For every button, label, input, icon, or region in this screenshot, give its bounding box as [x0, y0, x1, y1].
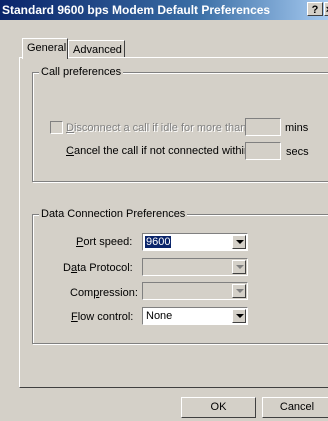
flow-control-select[interactable]: None	[142, 307, 248, 325]
idle-minutes-field[interactable]	[245, 118, 281, 136]
flow-control-post: low control:	[77, 311, 134, 323]
disconnect-idle-label: Disconnect a call if idle for more than	[66, 122, 246, 134]
compression-post: ression:	[99, 287, 138, 299]
compression-label: Compression:	[70, 287, 138, 299]
data-protocol-post: ta Protocol:	[77, 262, 133, 274]
tab-general[interactable]: General	[22, 38, 68, 59]
chevron-down-icon[interactable]	[232, 284, 246, 298]
cancel-seconds-field[interactable]	[245, 142, 281, 160]
title-bar: Standard 9600 bps Modem Default Preferen…	[0, 0, 328, 20]
flow-control-label: Flow control:	[71, 311, 133, 323]
compression-pre: Com	[70, 287, 94, 299]
cancel-rest: ancel the call if not connected within	[73, 145, 251, 157]
tab-general-label: General	[27, 42, 67, 54]
flow-control-accel: F	[71, 311, 78, 323]
cancel-call-label: Cancel the call if not connected within	[66, 145, 250, 157]
cancel-accel: C	[66, 145, 74, 157]
cancel-button-label: Cancel	[279, 401, 315, 413]
idle-minutes-unit: mins	[285, 122, 309, 134]
port-speed-post: ort speed:	[83, 236, 133, 248]
disconnect-accel: D	[66, 122, 74, 134]
compression-select[interactable]	[142, 282, 248, 300]
chevron-down-icon[interactable]	[232, 309, 246, 323]
flow-control-value: None	[146, 310, 173, 322]
help-button[interactable]: ?	[307, 2, 323, 16]
window-title: Standard 9600 bps Modem Default Preferen…	[2, 3, 271, 17]
chevron-down-icon[interactable]	[232, 260, 246, 274]
disconnect-idle-checkbox[interactable]	[50, 121, 63, 134]
close-button[interactable]: ×	[324, 2, 328, 16]
cancel-button[interactable]: Cancel	[262, 397, 328, 418]
chevron-down-icon[interactable]	[232, 235, 246, 249]
call-preferences-legend: Call preferences	[39, 66, 124, 78]
ok-button[interactable]: OK	[181, 397, 256, 418]
data-connection-legend: Data Connection Preferences	[39, 208, 188, 220]
data-protocol-select[interactable]	[142, 258, 248, 276]
help-icon: ?	[311, 4, 319, 16]
disconnect-rest: isconnect a call if idle for more than	[73, 122, 247, 134]
data-protocol-pre: D	[63, 262, 71, 274]
cancel-seconds-unit: secs	[286, 146, 309, 158]
tab-advanced[interactable]: Advanced	[68, 40, 125, 58]
port-speed-value: 9600	[145, 236, 172, 248]
port-speed-select[interactable]: 9600	[142, 233, 248, 251]
ok-button-label: OK	[210, 401, 227, 413]
data-protocol-label: Data Protocol:	[63, 262, 133, 274]
tab-advanced-label: Advanced	[73, 44, 122, 56]
port-speed-label: Port speed:	[76, 236, 132, 248]
